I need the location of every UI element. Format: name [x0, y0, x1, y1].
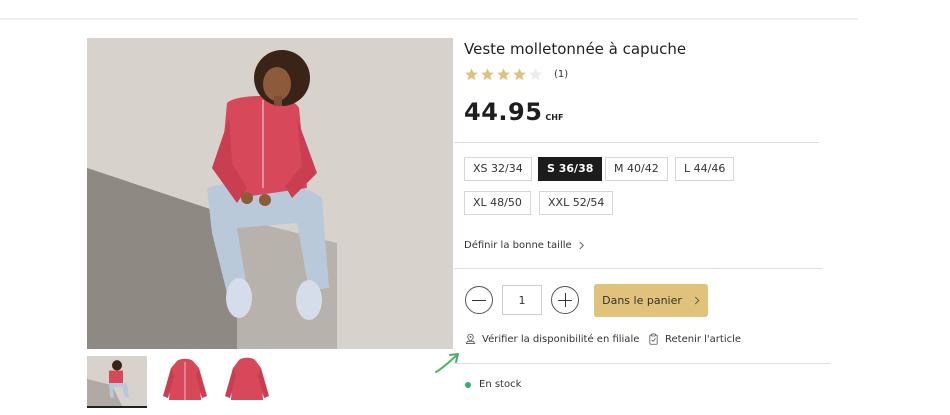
product-rating[interactable]: (1)	[464, 66, 568, 82]
star-filled-icon	[464, 67, 479, 82]
size-option-xxl[interactable]: XXL 52/54	[539, 191, 614, 215]
size-option-xs[interactable]: XS 32/34	[464, 157, 532, 181]
product-main-image[interactable]	[87, 38, 453, 349]
star-empty-icon	[528, 67, 543, 82]
size-option-s-selected[interactable]: S 36/38	[538, 157, 603, 181]
thumbnail-strip	[87, 356, 287, 411]
thumbnail-jacket-back[interactable]	[217, 356, 277, 404]
store-location-icon	[465, 333, 476, 344]
thumbnail-jacket-front[interactable]	[155, 356, 215, 404]
add-to-cart-button[interactable]: Dans le panier	[594, 284, 708, 317]
stock-status: En stock	[465, 379, 521, 390]
divider	[454, 268, 822, 269]
size-guide-label: Définir la bonne taille	[464, 240, 572, 251]
stock-status-label: En stock	[479, 379, 522, 390]
add-to-cart-label: Dans le panier	[602, 294, 682, 307]
divider	[454, 363, 830, 364]
check-store-availability-link[interactable]: Vérifier la disponibilité en filiale	[465, 333, 639, 345]
size-guide-link[interactable]: Définir la bonne taille	[464, 240, 585, 251]
size-option-xl[interactable]: XL 48/50	[464, 191, 531, 215]
quantity-input[interactable]	[502, 285, 542, 315]
star-filled-icon	[512, 67, 527, 82]
size-option-m[interactable]: M 40/42	[605, 157, 668, 181]
quantity-decrease-button[interactable]	[465, 286, 493, 314]
rating-stars	[464, 67, 544, 82]
check-store-availability-label: Vérifier la disponibilité en filiale	[482, 333, 640, 345]
reserve-item-link[interactable]: Retenir l'article	[648, 333, 741, 345]
reserve-item-label: Retenir l'article	[665, 333, 742, 345]
stock-indicator-icon	[465, 381, 471, 388]
divider	[454, 142, 819, 143]
chevron-right-icon	[579, 241, 584, 250]
header-divider	[0, 18, 858, 20]
quantity-increase-button[interactable]	[551, 286, 579, 314]
star-filled-icon	[480, 67, 495, 82]
chevron-right-icon	[694, 296, 700, 305]
product-price: 44.95 CHF	[464, 98, 563, 126]
clipboard-icon	[649, 333, 658, 345]
thumbnail-model[interactable]	[87, 356, 147, 408]
price-currency: CHF	[545, 113, 564, 122]
review-count[interactable]: (1)	[554, 69, 568, 80]
star-filled-icon	[496, 67, 511, 82]
product-title: Veste molletonnée à capuche	[464, 40, 687, 58]
price-amount: 44.95	[464, 98, 543, 126]
size-option-l[interactable]: L 44/46	[675, 157, 735, 181]
